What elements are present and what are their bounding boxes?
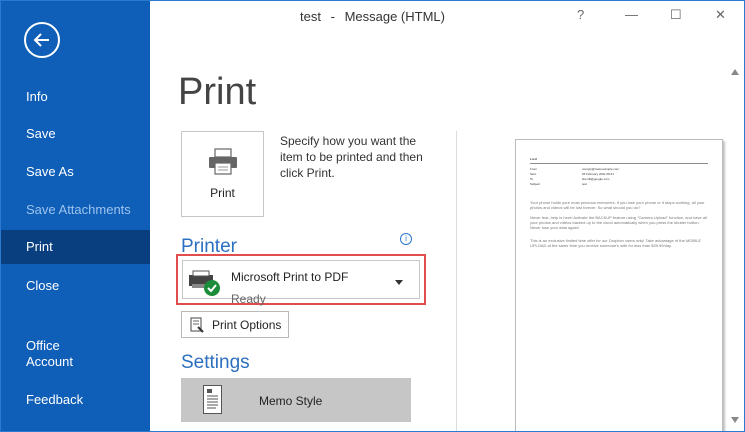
sidebar-item-save-as[interactable]: Save As	[1, 164, 150, 180]
preview-header-row: Subject test	[530, 182, 587, 186]
print-options-label: Print Options	[212, 318, 282, 332]
preview-header-row: To sherrill@google.com	[530, 177, 610, 181]
preview-rule	[530, 163, 708, 164]
print-preview: Lord From noreply@mail.example.com Sent 25…	[515, 139, 723, 431]
chevron-down-icon[interactable]	[395, 280, 403, 285]
printer-dropdown[interactable]: Microsoft Print to PDF Ready	[182, 260, 420, 306]
close-window-button[interactable]: ✕	[715, 7, 726, 23]
page-title: Print	[178, 71, 257, 113]
printer-highlight: Microsoft Print to PDF Ready	[176, 254, 426, 306]
info-icon[interactable]: i	[400, 233, 412, 245]
sidebar-item-office-label: Office	[26, 338, 60, 353]
preview-body-para: Never fear, help is here! Activate the B…	[530, 215, 707, 230]
printer-icon	[209, 148, 237, 175]
back-button[interactable]	[24, 22, 60, 58]
minimize-button[interactable]: —	[625, 7, 638, 22]
print-description: Specify how you want the item to be prin…	[280, 134, 423, 180]
sidebar-item-save[interactable]: Save	[1, 126, 150, 142]
print-button-label: Print	[210, 186, 235, 200]
sidebar-item-info[interactable]: Info	[1, 89, 150, 105]
settings-section-title: Settings	[181, 352, 250, 373]
maximize-button[interactable]: ☐	[670, 7, 682, 23]
divider	[456, 131, 457, 431]
print-options-icon	[190, 317, 204, 333]
sidebar-item-feedback[interactable]: Feedback	[1, 392, 150, 408]
preview-body-para: Your phone holds your most precious memo…	[530, 200, 705, 210]
help-button[interactable]: ?	[577, 7, 584, 22]
preview-header-row: Sent 25 February 2021 08:41	[530, 172, 615, 176]
print-button[interactable]: Print	[181, 131, 264, 217]
back-arrow-icon	[33, 33, 49, 47]
memo-style-label: Memo Style	[259, 394, 323, 408]
title-separator: -	[330, 9, 335, 24]
memo-style-icon	[203, 385, 222, 414]
sidebar-item-print[interactable]: Print	[1, 230, 150, 264]
backstage-sidebar: Info Save Save As Save Attachments Print…	[1, 1, 150, 431]
sidebar-item-save-attachments[interactable]: Save Attachments	[1, 202, 150, 218]
printer-status: Ready	[231, 292, 266, 306]
memo-style-selector[interactable]: Memo Style	[181, 378, 411, 422]
sidebar-item-account-label: Account	[26, 354, 73, 369]
title-subject: test	[300, 9, 321, 24]
preview-sender: Lord	[530, 157, 537, 161]
outlook-window: Info Save Save As Save Attachments Print…	[0, 0, 745, 432]
printer-name: Microsoft Print to PDF	[231, 270, 349, 284]
preview-header-row: From noreply@mail.example.com	[530, 167, 620, 171]
scroll-down-icon[interactable]	[731, 417, 739, 423]
printer-ready-icon	[189, 270, 220, 296]
scroll-up-icon[interactable]	[731, 69, 739, 75]
preview-body-para: This is an exclusive limited time offer …	[530, 238, 702, 248]
sidebar-item-office-account[interactable]: Office Account	[1, 338, 150, 370]
print-options-button[interactable]: Print Options	[181, 311, 289, 338]
title-type: Message (HTML)	[344, 9, 445, 24]
sidebar-item-close[interactable]: Close	[1, 278, 150, 294]
